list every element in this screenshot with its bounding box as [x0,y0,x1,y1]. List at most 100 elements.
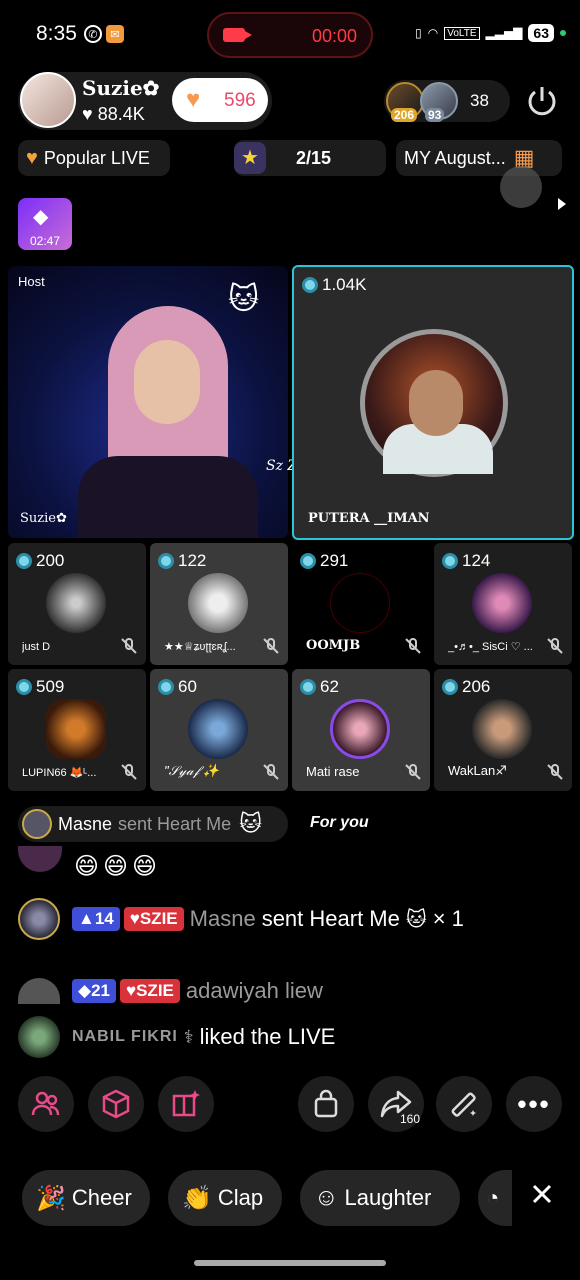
chat-username[interactable]: NABIL FIKRI [72,1028,178,1046]
gem-icon [158,679,174,695]
seat-avatar [472,699,532,759]
reaction-face-icon: ◔ [486,1185,500,1210]
mic-muted-icon [547,764,563,780]
viewer-rank-badge: 93 [425,108,445,122]
magic-wand-button[interactable] [436,1076,492,1132]
seat-tile[interactable]: 200 just D [8,543,146,665]
mini-game-box[interactable]: ◆ 02:47 [18,198,72,250]
seat-count: 122 [178,551,207,570]
cat-sticker-icon: 🐱 [228,283,260,316]
share-count: 160 [399,1112,420,1126]
chat-avatar[interactable] [18,1016,60,1058]
top-viewer-avatar[interactable]: 93 [420,82,458,122]
signal-icon: ▂▃▅▇ [485,26,523,40]
gift-sender-avatar [22,809,52,839]
guest-count-value: 1.04K [322,275,367,294]
cheer-button[interactable]: 🎉 Cheer [22,1170,150,1226]
gem-icon [158,553,174,569]
multi-guest-button[interactable] [18,1076,74,1132]
chat-avatar[interactable] [18,846,62,872]
chat-emojis: 😄😄😄 [74,853,162,880]
gift-banner: Masne sent Heart Me 🐱 [18,806,288,842]
seat-tile[interactable]: 206 WakLan♐ [434,669,572,791]
close-icon[interactable] [528,1180,556,1208]
rank-pill[interactable]: ★ 2/15 [234,140,386,176]
gift-cat-icon: 🐱 [405,908,427,931]
cheer-label: Cheer [71,1185,132,1210]
viewer-count: 38 [470,91,489,110]
chat-line [18,846,74,872]
host-avatar[interactable] [20,72,76,128]
seat-tile[interactable]: 509 LUPIN66 🦊ᴸ... [8,669,146,791]
chat-avatar[interactable] [18,978,60,1004]
seat-tile[interactable]: 62 Mati rase [292,669,430,791]
seat-count: 200 [36,551,65,570]
host-tag: Host [18,274,45,289]
heart-icon: ♥ [186,86,201,113]
book-sparkle-icon [172,1090,200,1117]
floating-widget[interactable] [484,160,580,218]
seat-name: OOMJB [306,638,361,653]
chat-message: liked the LIVE [199,1024,336,1049]
shop-button[interactable] [298,1076,354,1132]
wifi-icon: ◠ [427,26,439,40]
gem-icon [16,679,32,695]
cube-icon [102,1089,130,1119]
heart-count: 596 [224,90,256,111]
host-name: Suzie✿ [82,76,160,100]
level-badge: ▲ 14 [72,907,120,931]
viewer-rank-badge: 206 [391,108,418,122]
chat-line: ▲ 14 ♥ SZIE Masne sent Heart Me 🐱 × 1 [18,898,464,940]
for-you-label[interactable]: For you [310,814,369,832]
chat-avatar[interactable] [18,898,60,940]
chat-username[interactable]: Masne [190,906,256,932]
popular-live-pill[interactable]: ♥ Popular LIVE [18,140,170,176]
gem-icon [300,553,316,569]
mic-muted-icon [405,638,421,654]
seat-tile[interactable]: 291 OOMJB [292,543,430,665]
chat-username[interactable]: adawiyah liew [186,978,323,1004]
party-popper-icon: 🎉 [36,1184,66,1212]
seat-count: 509 [36,677,65,696]
heart-follow-button[interactable]: ♥ 596 [172,78,268,122]
chat-message: sent Heart Me [261,906,400,931]
more-options-button[interactable]: ••• [506,1076,562,1132]
share-button[interactable]: 160 [368,1076,424,1132]
laughter-button[interactable]: ☺ Laughter [300,1170,460,1226]
seat-tile[interactable]: 60 "𝒮𝓎𝒶𝒻 ✨ [150,669,288,791]
seat-avatar [188,699,248,759]
clock: 8:35 [36,22,77,45]
seat-tile[interactable]: 122 ★★♕ʑʋʈʈɛʀʆ... [150,543,288,665]
clap-icon: 👏 [182,1184,212,1212]
effects-button[interactable] [88,1076,144,1132]
magic-wand-icon [451,1092,476,1117]
top-viewer-avatar[interactable]: 206 [386,82,424,122]
small-heart-icon: ♥ [82,104,98,124]
seat-count: 62 [320,677,339,696]
mic-muted-icon [121,638,137,654]
guest-video-tile[interactable]: 1.04K PUTERA __IMAN [292,265,574,540]
clap-button[interactable]: 👏 Clap [168,1170,282,1226]
screen-recording-indicator[interactable]: 00:00 [207,12,373,58]
book-sparkle-button[interactable] [158,1076,214,1132]
gem-icon [442,553,458,569]
chat-line: NABIL FIKRI ⚕ liked the LIVE [18,1016,335,1058]
host-info-bar[interactable]: Suzie✿ ♥ 88.4K ♥ 596 [18,72,272,130]
viewer-list[interactable]: 206 93 38 [384,80,510,122]
power-exit-icon[interactable] [524,83,560,119]
host-likes-count: 88.4K [97,104,145,124]
notification-icons: ✆ ✉ [84,25,124,43]
popular-live-label: Popular LIVE [43,147,150,168]
host-video-person [78,306,258,538]
video-camera-icon [223,28,252,42]
chat-line: ◆ 21 ♥ SZIE adawiyah liew [18,978,323,1004]
seat-tile[interactable]: 124 _•♬•_ SisCi ♡ ... [434,543,572,665]
seat-name: ★★♕ʑʋʈʈɛʀʆ... [164,641,236,653]
home-indicator[interactable] [194,1260,386,1266]
seat-avatar [188,573,248,633]
more-reaction-button[interactable]: ◔ [478,1170,512,1226]
seat-avatar [330,573,390,633]
seat-name: Mati rase [306,764,360,779]
clap-label: Clap [217,1185,264,1210]
recording-timer: 00:00 [311,26,357,46]
